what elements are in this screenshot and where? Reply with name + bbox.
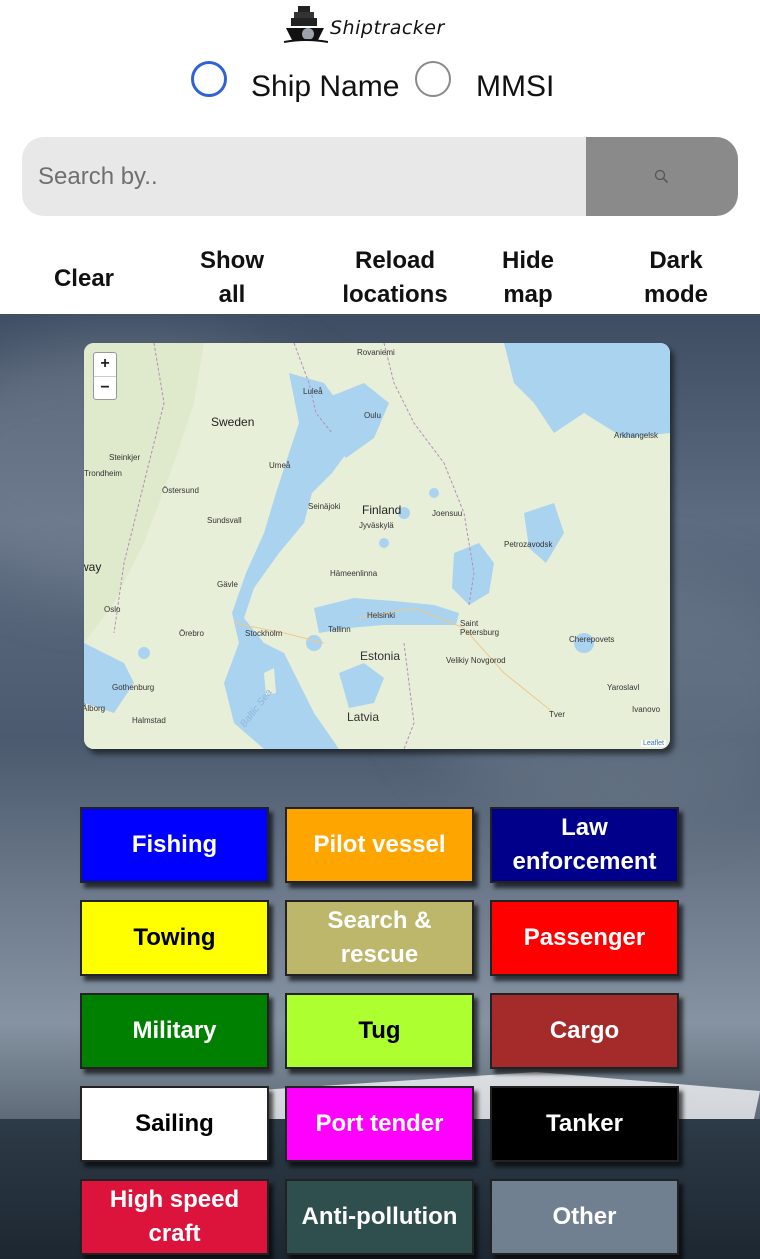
map-label: Halmstad: [132, 716, 166, 725]
map-label: Umeå: [269, 461, 291, 470]
map-label: Tallinn: [328, 625, 351, 634]
zoom-in-button[interactable]: +: [94, 353, 116, 376]
map-label: Stockholm: [245, 629, 283, 638]
search-input[interactable]: [22, 137, 586, 216]
header: Shiptracker Ship Name MMSI Clear Show al…: [0, 0, 760, 314]
category-tug-button[interactable]: Tug: [285, 993, 474, 1069]
map-label: Jyväskylä: [359, 521, 394, 530]
map-label: Rovaniemi: [357, 348, 395, 357]
map-label: Seinäjoki: [308, 502, 341, 511]
search-button[interactable]: [586, 137, 738, 216]
hide-map-button[interactable]: Hide map: [478, 244, 578, 312]
map-label: Petrozavodsk: [504, 540, 553, 549]
map-attribution-link[interactable]: Leaflet: [640, 740, 666, 747]
category-cargo-button[interactable]: Cargo: [490, 993, 679, 1069]
category-passenger-button[interactable]: Passenger: [490, 900, 679, 976]
radio-mmsi[interactable]: [415, 61, 451, 97]
map-label: Luleå: [303, 387, 323, 396]
category-high-speed-craft-button[interactable]: High speed craft: [80, 1179, 269, 1255]
map-label: Estonia: [360, 649, 401, 663]
dark-mode-button[interactable]: Dark mode: [626, 244, 726, 312]
map-label: Trondheim: [84, 469, 122, 478]
zoom-out-button[interactable]: −: [94, 376, 116, 399]
app-logo[interactable]: Shiptracker: [284, 4, 445, 44]
category-towing-button[interactable]: Towing: [80, 900, 269, 976]
map-label: Oulu: [364, 411, 381, 420]
radio-ship-name[interactable]: [191, 61, 227, 97]
category-tanker-button[interactable]: Tanker: [490, 1086, 679, 1162]
search-icon: [654, 169, 669, 183]
map-tiles: [84, 343, 670, 749]
category-search-rescue-button[interactable]: Search & rescue: [285, 900, 474, 976]
map-label: Örebro: [179, 629, 204, 638]
category-fishing-button[interactable]: Fishing: [80, 807, 269, 883]
map-label: Latvia: [347, 710, 380, 724]
map[interactable]: + − Rovaniemi Luleå Oulu Sweden Arkhange…: [84, 343, 670, 749]
search-bar: [22, 137, 738, 216]
reload-locations-button[interactable]: Reload locations: [330, 244, 460, 312]
category-pilot-vessel-button[interactable]: Pilot vessel: [285, 807, 474, 883]
category-anti-pollution-button[interactable]: Anti-pollution: [285, 1179, 474, 1255]
map-label: Tver: [549, 710, 565, 719]
category-military-button[interactable]: Military: [80, 993, 269, 1069]
map-label: Cherepovets: [569, 635, 615, 644]
map-label: Saint Petersburg: [460, 619, 500, 637]
map-label: Sweden: [211, 415, 255, 429]
radio-mmsi-label[interactable]: MMSI: [476, 70, 554, 104]
map-label: Ivanovo: [632, 705, 661, 714]
radio-ship-name-label[interactable]: Ship Name: [251, 70, 399, 104]
category-other-button[interactable]: Other: [490, 1179, 679, 1255]
search-mode-group: Ship Name MMSI: [0, 60, 760, 110]
clear-button[interactable]: Clear: [34, 262, 134, 296]
map-label: Ålborg: [84, 704, 106, 713]
ship-logo-icon: [284, 6, 328, 43]
category-sailing-button[interactable]: Sailing: [80, 1086, 269, 1162]
map-label: Sundsvall: [207, 516, 242, 525]
map-label: Velikiy Novgorod: [446, 656, 506, 665]
map-label: Gävle: [217, 580, 238, 589]
map-label: Steinkjer: [109, 453, 141, 462]
map-label: Arkhangelsk: [614, 431, 659, 440]
map-label: Gothenburg: [112, 683, 155, 692]
map-label: Yaroslavl: [607, 683, 640, 692]
map-label: Joensuu: [432, 509, 463, 518]
category-port-tender-button[interactable]: Port tender: [285, 1086, 474, 1162]
map-label: Finland: [362, 503, 402, 517]
map-label: way: [84, 560, 102, 574]
action-bar: Clear Show all Reload locations Hide map…: [0, 244, 760, 314]
app-name: Shiptracker: [330, 17, 445, 39]
map-label: Helsinki: [367, 611, 396, 620]
map-label: Hämeenlinna: [330, 569, 378, 578]
show-all-button[interactable]: Show all: [182, 244, 282, 312]
category-law-enforcement-button[interactable]: Law enforcement: [490, 807, 679, 883]
zoom-control: + −: [93, 352, 117, 400]
map-label: Oslo: [104, 605, 121, 614]
map-label: Östersund: [162, 486, 199, 495]
